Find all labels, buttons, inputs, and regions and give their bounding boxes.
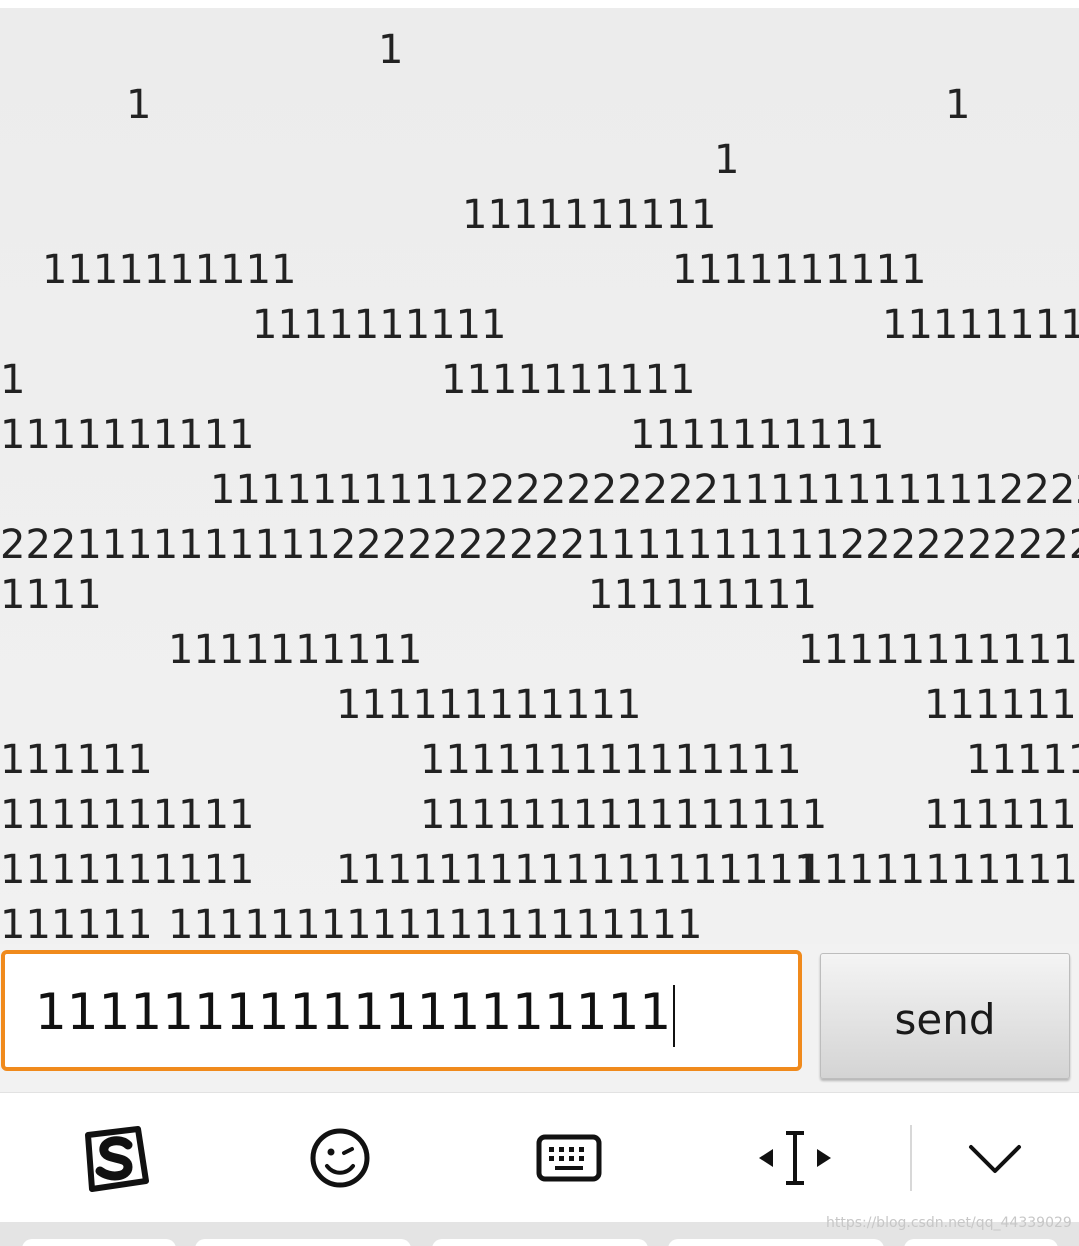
cursor-move-icon[interactable] — [755, 1123, 835, 1193]
chat-message: 1111111111 — [672, 247, 927, 293]
chat-message: 111111 — [0, 737, 153, 783]
keyboard-key[interactable] — [432, 1239, 648, 1246]
chat-message: 1111111111 — [252, 302, 507, 348]
keyboard-key[interactable] — [668, 1239, 884, 1246]
keyboard-toolbar — [0, 1092, 1079, 1223]
chat-message: 1111111 — [924, 792, 1079, 838]
chat-message: 1 — [714, 137, 740, 183]
chat-message: 111111111111 — [336, 682, 642, 728]
message-input-value: 11111111111111111111 — [35, 983, 672, 1041]
status-strip — [0, 0, 1079, 8]
chat-message: 1111111111 — [0, 847, 255, 893]
chat-message: 1111111111 — [168, 627, 423, 673]
emoji-icon[interactable] — [300, 1123, 380, 1193]
text-caret — [673, 984, 676, 1047]
collapse-keyboard-icon[interactable] — [955, 1123, 1035, 1193]
chat-message: 1111111111111111 — [420, 792, 828, 838]
message-input[interactable]: 11111111111111111111 — [1, 950, 802, 1071]
chat-message: 1111111111 — [462, 192, 717, 238]
chat-message: 111111 — [0, 902, 153, 944]
chat-message: 1111111111 — [0, 412, 255, 458]
chat-message: 1111 — [0, 572, 102, 618]
keyboard-key[interactable] — [904, 1239, 1058, 1246]
chat-message: 1 — [126, 82, 152, 128]
chat-message: 1 — [0, 357, 26, 403]
send-button-label: send — [894, 994, 996, 1044]
chat-message: 11111111112222222222111111111112222222 — [210, 467, 1079, 513]
chat-message: 1111111111 — [0, 792, 255, 838]
keyboard-icon[interactable] — [529, 1123, 609, 1193]
chat-message: 1 — [945, 82, 971, 128]
sogou-logo-icon[interactable] — [76, 1123, 156, 1193]
chat-message: 1111111111 — [630, 412, 885, 458]
chat-message: 111111111111111 — [420, 737, 802, 783]
chat-message: 11111 — [966, 737, 1079, 783]
chat-message: 1111111111 — [42, 247, 297, 293]
chat-message: 111111111 — [882, 302, 1079, 348]
keyboard-key[interactable] — [195, 1239, 411, 1246]
chat-message: 1 — [378, 27, 404, 73]
message-input-text[interactable]: 11111111111111111111 — [35, 982, 676, 1047]
chat-message: 1111111111 — [441, 357, 696, 403]
chat-message: 1111111 — [924, 682, 1079, 728]
watermark: https://blog.csdn.net/qq_44339029 — [826, 1215, 1072, 1231]
chat-message: 111111111111111111111 — [168, 902, 703, 944]
chat-message: 2221111111111222222222211111111112222222… — [0, 522, 1079, 568]
send-button[interactable]: send — [820, 953, 1070, 1079]
toolbar-divider — [910, 1125, 912, 1191]
chat-message: 111111111 — [588, 572, 818, 618]
chat-message-area[interactable]: 1 1 1 1 1111111111 1111111111 1111111111… — [0, 8, 1079, 944]
keyboard-key[interactable] — [22, 1239, 176, 1246]
chat-message: 11111111111 — [798, 627, 1078, 673]
chat-message: 1111111111111111111 — [336, 847, 820, 893]
chat-message: 1111111111111 — [798, 847, 1079, 893]
